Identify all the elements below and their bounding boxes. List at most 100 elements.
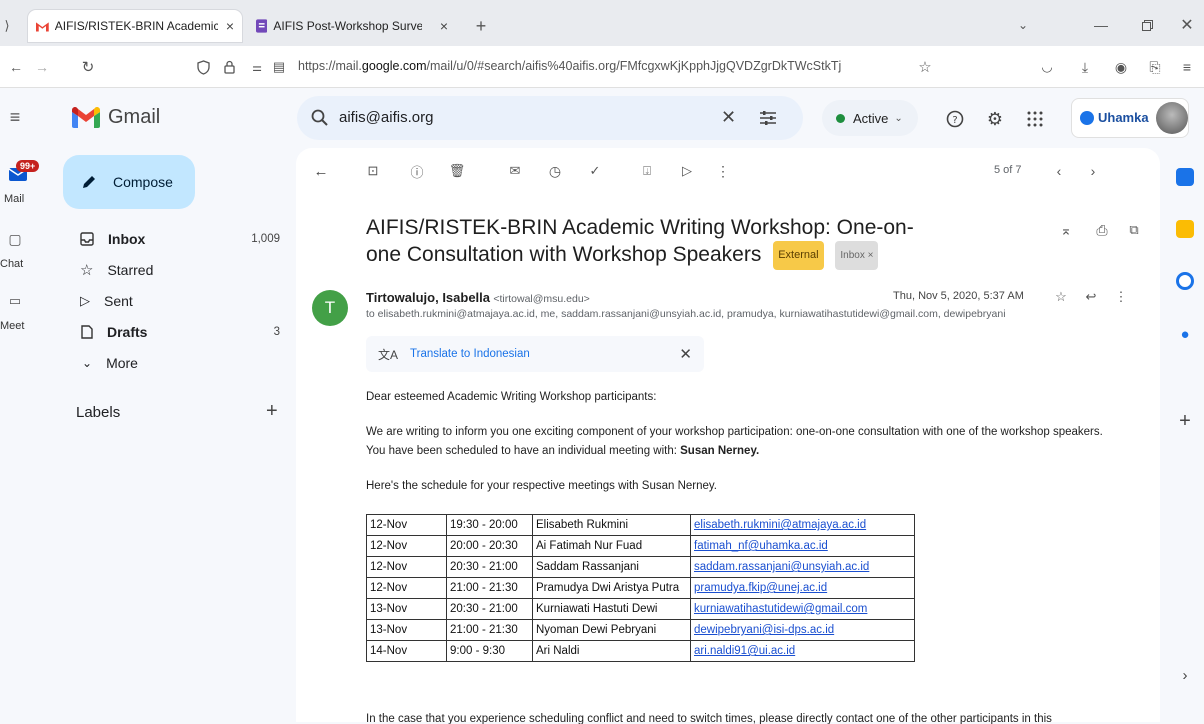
tab-close-icon[interactable]: × — [226, 18, 234, 34]
help-icon[interactable]: ? — [944, 108, 966, 130]
label-icon[interactable]: ▷ — [676, 160, 698, 182]
more-options-icon[interactable]: ⋮ — [1112, 288, 1130, 306]
close-translate-icon[interactable]: ✕ — [679, 345, 692, 363]
sidebar-item-drafts[interactable]: Drafts 3 — [64, 317, 290, 347]
reader-view-icon[interactable]: ▤ — [268, 57, 290, 77]
snooze-icon[interactable]: ◷ — [544, 160, 566, 182]
forward-icon[interactable]: → — [30, 56, 54, 78]
paragraph: We are writing to inform you one excitin… — [366, 426, 1103, 457]
tab-list-icon[interactable]: ⌄ — [1012, 14, 1034, 36]
reply-icon[interactable]: ↩ — [1082, 288, 1100, 306]
meet-icon[interactable]: ▭ — [6, 292, 24, 310]
gmail-logo[interactable]: Gmail — [72, 106, 160, 129]
url-text[interactable]: https://mail.google.com/mail/u/0/#search… — [298, 59, 841, 73]
email-subject: AIFIS/RISTEK-BRIN Academic Writing Works… — [366, 214, 926, 270]
schedule-table: 12-Nov 19:30 - 20:00 Elisabeth Rukmini elis… — [366, 514, 915, 662]
mark-unread-icon[interactable]: ✉ — [504, 160, 526, 182]
schedule-email[interactable]: pramudya.fkip@unej.ac.id — [690, 577, 915, 599]
search-icon[interactable] — [311, 109, 329, 127]
extensions-icon[interactable]: ⎘ — [1144, 56, 1166, 78]
move-to-icon[interactable]: ⍗ — [636, 160, 658, 182]
search-options-icon[interactable] — [759, 109, 777, 127]
restore-icon[interactable] — [1136, 14, 1158, 36]
tasks-icon[interactable] — [1176, 272, 1194, 290]
settings-gear-icon[interactable]: ⚙ — [984, 108, 1006, 130]
inbox-icon — [80, 232, 94, 246]
app-menu-icon[interactable]: ≡ — [1176, 56, 1198, 78]
status-selector[interactable]: Active ⌄ — [822, 100, 918, 136]
sender-avatar[interactable]: T — [312, 290, 348, 326]
tab-gmail[interactable]: AIFIS/RISTEK-BRIN Academic W × — [28, 10, 242, 42]
schedule-email[interactable]: elisabeth.rukmini@atmajaya.ac.id — [690, 514, 915, 536]
minimize-icon[interactable]: — — [1090, 14, 1112, 36]
sidebar-item-label: More — [106, 355, 138, 371]
gmail-favicon-icon — [36, 21, 49, 32]
delete-icon[interactable]: 🗑 — [446, 160, 468, 182]
close-window-icon[interactable]: ✕ — [1176, 14, 1198, 36]
forms-favicon-icon — [256, 19, 268, 33]
avatar[interactable] — [1156, 102, 1188, 134]
schedule-email[interactable]: kurniawatihastutidewi@gmail.com — [690, 598, 915, 620]
email-date: Thu, Nov 5, 2020, 5:37 AM — [893, 290, 1024, 302]
translate-link[interactable]: Translate to Indonesian — [410, 348, 530, 360]
archive-icon[interactable]: ⊡ — [362, 160, 384, 182]
back-to-list-icon[interactable]: ← — [310, 160, 332, 182]
sender-name[interactable]: Tirtowalujo, Isabella — [366, 290, 490, 305]
tab-scroll-icon[interactable]: ⟩ — [0, 14, 14, 38]
compose-label: Compose — [113, 174, 173, 190]
add-label-icon[interactable]: + — [266, 400, 278, 423]
open-new-window-icon[interactable]: ⧉ — [1124, 220, 1144, 240]
search-input[interactable]: aifis@aifis.org — [339, 109, 433, 126]
translate-bar: 文A Translate to Indonesian ✕ — [366, 336, 704, 372]
bookmark-star-icon[interactable]: ☆ — [914, 56, 936, 78]
schedule-email[interactable]: ari.naldi91@ui.ac.id — [690, 640, 915, 662]
pocket-icon[interactable]: ◡ — [1036, 56, 1058, 78]
tab-close-icon[interactable]: × — [440, 18, 448, 34]
clear-search-icon[interactable]: ✕ — [721, 107, 736, 128]
search-bar[interactable]: aifis@aifis.org ✕ — [297, 96, 803, 140]
send-icon: ▷ — [80, 293, 90, 308]
reload-icon[interactable]: ↻ — [76, 56, 100, 78]
inbox-label-badge[interactable]: Inbox × — [835, 241, 879, 270]
compose-button[interactable]: Compose — [63, 155, 195, 209]
permissions-icon[interactable]: ⚌ — [246, 57, 268, 77]
new-tab-icon[interactable]: + — [470, 14, 492, 38]
schedule-date: 12-Nov — [366, 535, 447, 557]
main-menu-icon[interactable]: ≡ — [4, 106, 26, 128]
lock-icon[interactable] — [220, 57, 238, 77]
apps-grid-icon[interactable] — [1024, 108, 1046, 130]
contacts-icon[interactable]: ● — [1176, 326, 1194, 344]
account-icon[interactable]: ◉ — [1110, 56, 1132, 78]
sidebar-item-label: Starred — [107, 262, 154, 278]
calendar-icon[interactable] — [1176, 168, 1194, 186]
print-icon[interactable]: ⎙ — [1092, 220, 1112, 240]
schedule-email[interactable]: saddam.rassanjani@unsyiah.ac.id — [690, 556, 915, 578]
older-icon[interactable]: › — [1082, 160, 1104, 182]
show-side-panel-icon[interactable]: › — [1174, 664, 1196, 686]
back-icon[interactable]: ← — [4, 56, 28, 78]
sidebar-item-more[interactable]: ⌄ More — [64, 348, 290, 378]
shield-icon[interactable] — [194, 57, 212, 77]
keep-icon[interactable] — [1176, 220, 1194, 238]
sidebar-item-starred[interactable]: ☆ Starred — [64, 255, 290, 285]
star-icon[interactable]: ☆ — [1052, 288, 1070, 306]
schedule-email[interactable]: fatimah_nf@uhamka.ac.id — [690, 535, 915, 557]
tab-survey[interactable]: AIFIS Post-Workshop Survey × — [248, 10, 456, 42]
sidebar-item-sent[interactable]: ▷ Sent — [64, 286, 290, 316]
expand-all-icon[interactable]: ⌅ — [1056, 220, 1076, 240]
schedule-name: Ai Fatimah Nur Fuad — [532, 535, 691, 557]
newer-icon[interactable]: ‹ — [1048, 160, 1070, 182]
download-icon[interactable]: ⤓ — [1074, 56, 1096, 78]
tab-title: AIFIS Post-Workshop Survey — [273, 19, 422, 33]
table-row: 12-Nov 20:30 - 21:00 Saddam Rassanjani sadd… — [366, 556, 915, 578]
account-switcher[interactable]: Uhamka — [1071, 98, 1189, 138]
schedule-email[interactable]: dewipebryani@isi-dps.ac.id — [690, 619, 915, 641]
get-addons-icon[interactable]: + — [1174, 410, 1196, 432]
chat-icon[interactable]: ▢ — [6, 230, 24, 248]
recipients-line[interactable]: to elisabeth.rukmini@atmajaya.ac.id, me,… — [366, 308, 1006, 320]
report-spam-icon[interactable]: ⓘ — [406, 160, 428, 182]
more-options-icon[interactable]: ⋮ — [712, 160, 734, 182]
add-task-icon[interactable]: ✓ — [584, 160, 606, 182]
gmail-m-icon — [72, 107, 100, 128]
sidebar-item-inbox[interactable]: Inbox 1,009 — [64, 224, 290, 254]
